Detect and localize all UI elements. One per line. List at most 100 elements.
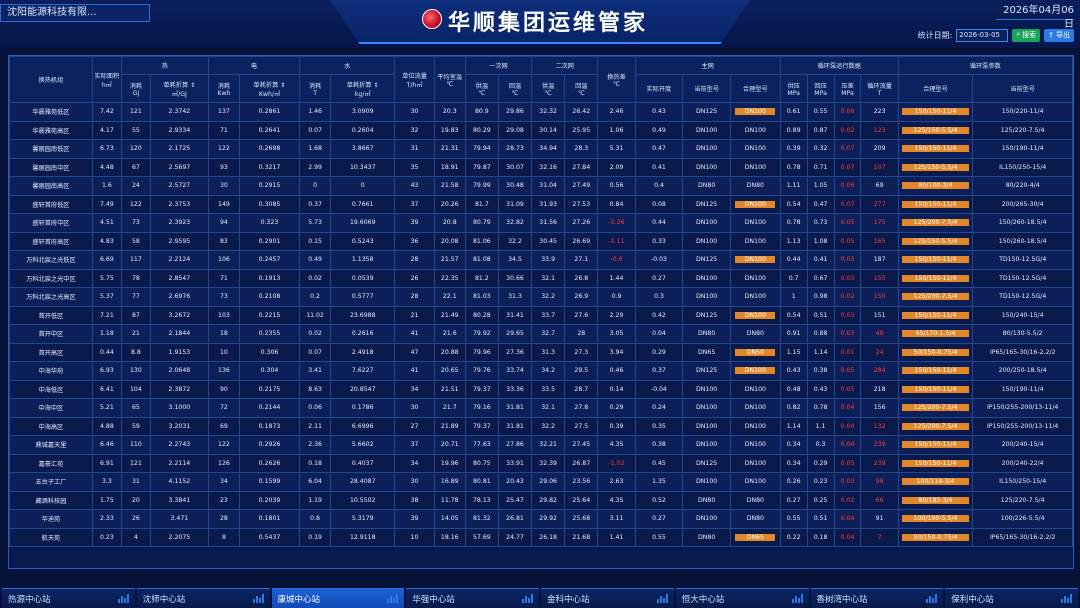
- cell-op: 0.78: [779, 157, 808, 177]
- cell-dp: 0.04: [833, 509, 862, 529]
- table-row[interactable]: 馨丽园南中区 4.48 67 2.5697 93 0.3217 2.99 10.3437 35 1…: [9, 157, 1073, 177]
- tab-station[interactable]: 热源中心站: [2, 588, 135, 608]
- cell-name: 馨丽园南高区: [9, 176, 93, 196]
- cell-sr: 27.8: [564, 398, 599, 418]
- cell-hu: 2.2743: [149, 435, 209, 455]
- bar-chart-icon: [656, 594, 668, 603]
- table-row[interactable]: 中海中区 5.21 65 3.1000 72 0.2144 0.06 0.1786 30 21.7…: [9, 398, 1073, 418]
- cell-area: 5.37: [91, 287, 122, 307]
- cell-eu: 0.3217: [238, 157, 301, 177]
- header-s-return: 回温 ℃: [564, 74, 599, 103]
- header-main-net: 主网: [634, 56, 781, 75]
- cell-eu: 0.2175: [238, 379, 301, 399]
- table-row[interactable]: 嘉豪汇苑 6.91 121 2.2114 126 0.2626 0.18 0.4037 34 19…: [9, 453, 1073, 473]
- cell-cm: DN65: [682, 342, 731, 362]
- tab-station[interactable]: 华强中心站: [406, 588, 539, 608]
- cell-dp: 0.02: [833, 490, 862, 510]
- cell-dp: 0.04: [833, 435, 862, 455]
- sort-icon[interactable]: ⇕: [280, 82, 285, 89]
- cell-fl: 239: [860, 453, 899, 473]
- cell-uf: 27: [394, 416, 435, 436]
- bar-chart-icon: [522, 594, 533, 603]
- cell-uf: 26: [394, 268, 435, 288]
- table-row[interactable]: 首开高区 0.44 8.8 1.9153 10 0.306 0.07 2.4918 47 20.8…: [9, 342, 1073, 362]
- cell-cm: DN80: [682, 324, 731, 344]
- cell-rp: 0.71: [806, 157, 835, 177]
- cell-op: 1.11: [779, 176, 808, 196]
- cell-area: 6.91: [91, 453, 122, 473]
- cell-pr: 26.81: [497, 509, 533, 529]
- cell-op: 0.39: [779, 139, 808, 159]
- header-heat-unit[interactable]: 单耗折算 ⇕ ㎡/GJ: [149, 74, 209, 103]
- table-row[interactable]: 藏酒科技园 1.75 20 3.3841 23 0.2039 1.19 10.5502 38 11…: [9, 490, 1073, 510]
- cell-pp: 125/150-5.5/4: [897, 231, 974, 251]
- sort-icon[interactable]: ⇕: [374, 82, 379, 89]
- table-row[interactable]: 五台子工厂 3.3 31 4.1152 34 0.1599 6.04 28.4087 30 16.…: [9, 472, 1073, 492]
- cell-pm: DN100: [729, 231, 781, 251]
- cell-vo: 1.35: [634, 472, 684, 492]
- table-row[interactable]: 盛轩首府低区 7.49 122 2.3753 149 0.3085 0.37 0.7661 37…: [9, 194, 1073, 214]
- tab-station[interactable]: 香树湾中心站: [810, 588, 944, 608]
- cell-fl: 107: [860, 157, 899, 177]
- table-row[interactable]: 盛轩首府中区 4.51 73 2.3923 94 0.323 5.73 19.6069 39 20…: [9, 213, 1073, 233]
- table-row[interactable]: 鼎城嘉天里 6.46 110 2.2743 122 0.2926 2.36 5.6602 37 2…: [9, 435, 1073, 455]
- header-water-unit[interactable]: 单耗折算 ⇕ kg/㎡: [330, 74, 396, 103]
- sort-icon[interactable]: ⇕: [190, 82, 195, 89]
- export-button[interactable]: ⇪ 导出: [1044, 28, 1074, 42]
- cell-pm: DN100: [729, 194, 781, 214]
- cell-pm: DN65: [729, 527, 781, 547]
- cell-hc: 121: [120, 453, 151, 473]
- cell-at: 21.7: [433, 398, 466, 418]
- table-row[interactable]: 万科北宸之光低区 6.69 117 2.2124 106 0.2457 0.49 1.1358…: [9, 250, 1073, 270]
- header-unit-flow: 单位流量 T/h㎡: [394, 56, 435, 103]
- cell-dp: 0.05: [833, 379, 862, 399]
- table-row[interactable]: 馨丽园南低区 6.73 120 2.1725 122 0.2698 1.68 3.8667 31…: [9, 139, 1073, 159]
- cell-rp: 1.14: [806, 342, 835, 362]
- tab-station[interactable]: 沈师中心站: [136, 588, 270, 608]
- cell-ps: 81.08: [464, 250, 499, 270]
- table-row[interactable]: 首开低区 7.21 87 3.2672 103 0.2215 11.02 23.6988 21 2…: [9, 305, 1073, 325]
- tab-station[interactable]: 金科中心站: [541, 588, 674, 608]
- table-row[interactable]: 航天苑 0.23 4 2.2075 8 0.5437 0.19 12.9118 10 18.16 5…: [9, 527, 1073, 547]
- header-elec-unit[interactable]: 单耗折算 ⇕ Kwh/㎡: [238, 74, 301, 103]
- search-button[interactable]: ⌕ 搜索: [1012, 28, 1041, 42]
- cell-hc: 110: [120, 435, 151, 455]
- cell-rp: 0.51: [806, 305, 835, 325]
- table-row[interactable]: 首开中区 1.18 21 2.1844 18 0.2355 0.02 0.2616 41 21.6…: [9, 324, 1073, 344]
- tab-station[interactable]: 保利中心站: [945, 588, 1078, 608]
- cell-hc: 55: [120, 120, 151, 140]
- tab-station[interactable]: 康城中心站: [271, 588, 405, 608]
- table-row[interactable]: 盛轩首府高区 4.83 58 2.9595 83 0.2901 0.15 0.5243 36 20…: [9, 231, 1073, 251]
- pump-model-badge: 150/150-11/4: [902, 367, 969, 375]
- cell-op: 1.15: [779, 342, 808, 362]
- cell-pp: 65/170-1.5/4: [897, 324, 974, 344]
- cell-cm: DN100: [682, 287, 731, 307]
- table-row[interactable]: 中海低区 6.41 104 2.3872 90 0.2175 8.63 20.8547 34 21…: [9, 379, 1073, 399]
- table-row[interactable]: 万科北宸之光中区 5.75 78 2.8547 71 0.1913 0.02 0.0539 26…: [9, 268, 1073, 288]
- cell-wu: 0.0539: [330, 268, 396, 288]
- tab-station[interactable]: 恒大中心站: [675, 588, 809, 608]
- cell-wu: 10.3437: [330, 157, 396, 177]
- cell-wu: 19.6069: [330, 213, 396, 233]
- table-row[interactable]: 中海高区 4.88 59 3.2031 69 0.1873 2.11 6.6996 27 21.8…: [9, 416, 1073, 436]
- pump-model-badge: 125/150-5.5/4: [902, 126, 969, 134]
- header-valve-open: 实际开度: [634, 74, 684, 103]
- stat-date-input[interactable]: [956, 28, 1009, 42]
- table-row[interactable]: 万科北宸之光高区 5.37 77 2.6976 73 0.2108 0.2 0.5777 28 2…: [9, 287, 1073, 307]
- cell-pp: 150/150-11/4: [897, 194, 974, 214]
- cell-cm: DN100: [682, 120, 731, 140]
- cell-pm: DN80: [729, 176, 781, 196]
- cell-ps: 80.28: [464, 305, 499, 325]
- table-row[interactable]: 华晨雅苑低区 7.42 121 2.3742 137 0.2861 1.46 3.0909 30…: [9, 102, 1073, 122]
- table-row[interactable]: 中海华府 6.93 130 2.0648 136 0.304 3.41 7.6227 41 20.…: [9, 361, 1073, 381]
- cell-ss: 32.1: [531, 268, 566, 288]
- table-row[interactable]: 馨丽园南高区 1.6 24 2.5727 30 0.2915 0 0 43 21.58 79.99 3…: [9, 176, 1073, 196]
- cell-sr: 27.45: [564, 435, 599, 455]
- header-diff-press-label: 压差: [841, 82, 854, 90]
- cell-uf: 28: [394, 287, 435, 307]
- table-row[interactable]: 华晨雅苑高区 4.17 55 2.9334 71 0.2641 0.07 0.2604 32 19…: [9, 120, 1073, 140]
- header-secondary: 二次网: [531, 56, 599, 75]
- table-row[interactable]: 华迪苑 2.33 26 3.471 28 0.1801 0.8 5.3179 39 14.05 81…: [9, 509, 1073, 529]
- company-selector[interactable]: 沈阳能源科技有限...: [0, 4, 150, 22]
- cell-hc: 20: [120, 490, 151, 510]
